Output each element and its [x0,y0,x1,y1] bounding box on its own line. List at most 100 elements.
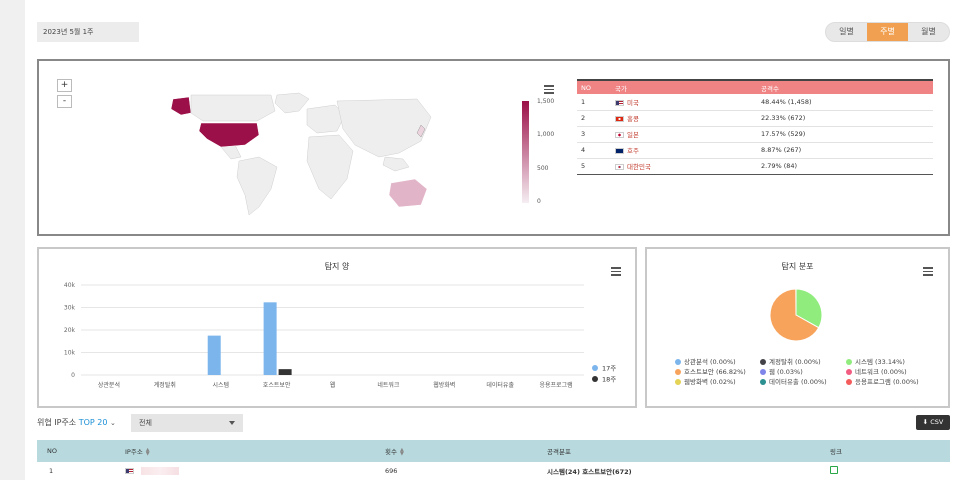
table-row: 1 미국 48.44% (1,458) [577,94,933,111]
pie-legend-item[interactable]: 웹방화벽 (0.02%) [675,376,736,386]
bar[interactable] [263,302,277,375]
category-select-value: 전체 [139,419,152,427]
csv-download-button[interactable]: ⬇ CSV [916,415,950,430]
pie-legend-item[interactable]: 상관분석 (0.00%) [675,356,736,366]
central-america [220,144,242,160]
bar-chart: 0 10k 20k 30k 40k 상관분석 계정탈취 시스템 호스트보안 웹 네트워크 웹방화벽 데이… [64,282,616,389]
bar[interactable] [207,335,221,375]
y-tick-label: 0 [71,372,75,379]
row-no: 5 [577,158,611,175]
chevron-down-icon[interactable]: ⌄ [110,419,116,427]
flag-usa-icon [615,99,624,106]
legend-marker [760,359,766,365]
legend-marker [760,379,766,385]
table-row: 3 일본 17.57% (529) [577,126,933,143]
legend-marker [675,369,681,375]
pie-legend-item[interactable]: 네트워크 (0.00%) [846,366,907,376]
flag-usa-icon [125,468,134,474]
sort-icon[interactable]: ▲ ▼ [146,448,150,457]
col-ip[interactable]: IP주소 ▲ ▼ [125,440,385,462]
external-link-icon[interactable] [830,466,838,474]
row-no: 2 [577,110,611,127]
country-name: 호주 [627,147,639,155]
pie-legend-item[interactable]: 응용프로그램 (0.00%) [846,376,919,386]
legend-label: 상관분석 (0.00%) [684,358,736,366]
row-value: 48.44% (1,458) [757,94,933,111]
category-select[interactable]: 전체 [131,414,243,432]
threat-ip-label: 위협 IP주소 TOP 20 ⌄ [37,417,116,428]
col-no: NO [37,440,125,462]
row-distribution: 시스템(24) 호스트보안(672) [547,468,632,476]
top-count-select[interactable]: 20 [97,418,107,427]
legend-label: 네트워크 (0.00%) [855,368,907,376]
csv-label: CSV [930,418,944,426]
world-map[interactable] [159,91,439,221]
map-legend-gradient [522,101,529,203]
col-count[interactable]: 횟수 ▲ ▼ [385,440,547,462]
legend-label: 웹 (0.03%) [769,368,803,376]
row-country[interactable]: 호주 [611,142,757,159]
zoom-out-button[interactable]: - [57,95,72,108]
legend-marker [846,359,852,365]
legend-marker [592,376,598,382]
pie-legend-item[interactable]: 데이터유출 (0.00%) [760,376,827,386]
legend-label[interactable]: 17주 [602,365,616,373]
legend-marker [760,369,766,375]
legend-label: 응용프로그램 (0.00%) [855,378,919,386]
row-no: 4 [577,142,611,159]
x-tick-label: 네트워크 [377,381,400,389]
legend-marker [675,379,681,385]
caret-down-icon [229,421,235,425]
row-no: 1 [577,94,611,111]
australia [388,178,428,208]
row-ip[interactable] [125,462,385,480]
southeast-asia [382,156,410,172]
world-map-panel: + - 1,500 1,000 500 0 NO 국가 공격수 1 미국 48.… [37,59,950,236]
row-value: 2.79% (84) [757,158,933,175]
country-name: 홍콩 [627,115,639,123]
page: 2023년 5월 1주 일별 주별 월별 + - 1,500 1,000 500… [25,0,960,480]
legend-marker [592,365,598,371]
tab-daily[interactable]: 일별 [826,23,867,41]
row-country[interactable]: 일본 [611,126,757,143]
pie-legend-item[interactable]: 계정탈취 (0.00%) [760,356,821,366]
legend-tick: 0 [537,198,541,205]
x-tick-label: 호스트보안 [263,381,291,389]
date-picker[interactable]: 2023년 5월 1주 [37,22,139,42]
legend-marker [846,379,852,385]
legend-label[interactable]: 18주 [602,376,616,384]
x-tick-label: 웹 [330,381,336,389]
threat-ip-prefix: 위협 IP주소 [37,418,77,427]
legend-marker [675,359,681,365]
row-country[interactable]: 미국 [611,94,757,111]
legend-label: 데이터유출 (0.00%) [769,378,827,386]
greenland [274,92,310,114]
col-count-label: 횟수 [385,448,397,456]
pie-legend-item[interactable]: 시스템 (33.14%) [846,356,905,366]
country-table: NO 국가 공격수 1 미국 48.44% (1,458) 2 홍콩 22.33… [577,79,933,175]
y-tick-label: 40k [64,282,76,289]
row-link[interactable] [830,462,950,480]
pie-legend-item[interactable]: 웹 (0.03%) [760,366,803,376]
row-country[interactable]: 홍콩 [611,110,757,127]
legend-label: 시스템 (33.14%) [855,358,905,366]
sort-icon[interactable]: ▲ ▼ [400,448,404,457]
map-menu-icon[interactable] [544,85,554,94]
legend-label: 웹방화벽 (0.02%) [684,378,736,386]
redacted-ip [141,467,179,475]
x-tick-label: 계정탈취 [154,381,176,389]
x-tick-label: 시스템 [212,382,229,389]
tab-weekly[interactable]: 주별 [867,23,908,41]
row-country[interactable]: 대한민국 [611,158,757,175]
x-tick-label: 데이터유출 [486,381,514,389]
zoom-in-button[interactable]: + [57,79,72,92]
bar[interactable] [278,369,292,375]
legend-tick: 500 [537,165,549,172]
pie-legend-item[interactable]: 호스트보안 (66.82%) [675,366,746,376]
tab-monthly[interactable]: 월별 [908,23,949,41]
table-row: 1 696 시스템(24) 호스트보안(672) [37,462,950,480]
row-value: 22.33% (672) [757,110,933,127]
usa [198,122,260,148]
detection-distribution-panel: 탐지 분포 상관분석 (0.00%) 계정탈취 (0.00%) 시스템 (33.14… [645,247,950,408]
row-value: 8.87% (267) [757,142,933,159]
